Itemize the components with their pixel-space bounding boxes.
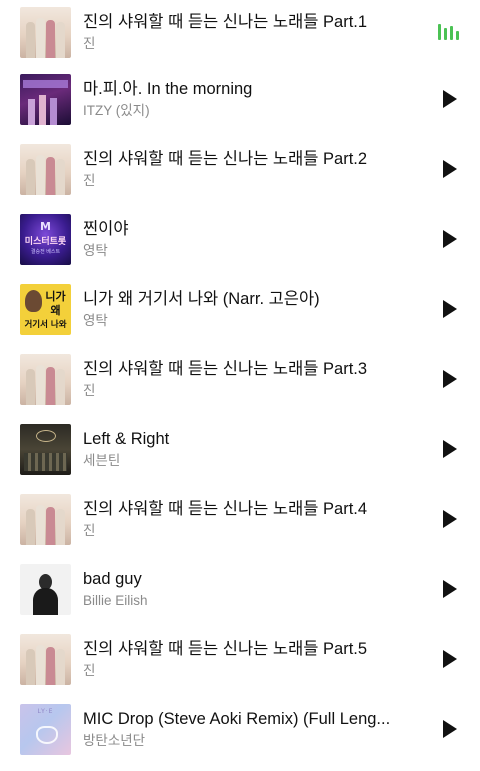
track-row[interactable]: 진의 샤워할 때 듣는 신나는 노래들 Part.4 진 bbox=[0, 484, 480, 554]
album-art-text: 미스터트롯 bbox=[24, 236, 67, 247]
play-icon[interactable] bbox=[438, 579, 458, 599]
album-art-text: LY·E bbox=[37, 707, 54, 715]
play-icon[interactable] bbox=[438, 439, 458, 459]
album-art: LY·E bbox=[20, 703, 71, 755]
track-row[interactable]: 진의 샤워할 때 듣는 신나는 노래들 Part.2 진 bbox=[0, 134, 480, 204]
play-icon[interactable] bbox=[438, 509, 458, 529]
track-title: MIC Drop (Steve Aoki Remix) (Full Leng..… bbox=[83, 709, 391, 728]
track-title: 찐이야 bbox=[83, 219, 129, 238]
album-art bbox=[20, 353, 71, 405]
track-artist: 진 bbox=[83, 522, 96, 538]
track-title: 진의 샤워할 때 듣는 신나는 노래들 Part.4 bbox=[83, 499, 368, 518]
track-title: 진의 샤워할 때 듣는 신나는 노래들 Part.3 bbox=[83, 359, 368, 378]
now-playing-equalizer-icon[interactable] bbox=[437, 22, 459, 42]
play-icon[interactable] bbox=[438, 649, 458, 669]
track-title: 니가 왜 거기서 나와 (Narr. 고은아) bbox=[83, 289, 320, 308]
album-art bbox=[20, 563, 71, 615]
track-row[interactable]: M 미스터트롯 결승전 베스트 찐이야 영탁 bbox=[0, 204, 480, 274]
track-title: 진의 샤워할 때 듣는 신나는 노래들 Part.1 bbox=[83, 12, 368, 31]
album-art bbox=[20, 633, 71, 685]
album-art bbox=[20, 143, 71, 195]
track-title: bad guy bbox=[83, 569, 142, 588]
album-art bbox=[20, 73, 71, 125]
album-art: M 미스터트롯 결승전 베스트 bbox=[20, 213, 71, 265]
album-art bbox=[20, 493, 71, 545]
album-art bbox=[20, 6, 71, 58]
track-artist: 진 bbox=[83, 172, 96, 188]
play-icon[interactable] bbox=[438, 299, 458, 319]
track-row[interactable]: LY·E MIC Drop (Steve Aoki Remix) (Full L… bbox=[0, 694, 480, 764]
track-row[interactable]: 진의 샤워할 때 듣는 신나는 노래들 Part.5 진 bbox=[0, 624, 480, 694]
track-artist: 영탁 bbox=[83, 312, 108, 328]
track-row[interactable]: Left & Right 세븐틴 bbox=[0, 414, 480, 484]
album-art: 니가 왜 거기서 나와 bbox=[20, 283, 71, 335]
track-list: 진의 샤워할 때 듣는 신나는 노래들 Part.1 진 마.피.아. In t… bbox=[0, 0, 480, 764]
play-icon[interactable] bbox=[438, 159, 458, 179]
track-artist: 세븐틴 bbox=[83, 452, 121, 468]
album-art-text: 왜 bbox=[50, 303, 61, 317]
play-icon[interactable] bbox=[438, 369, 458, 389]
album-art-text: 거기서 나와 bbox=[24, 319, 67, 330]
track-artist: 진 bbox=[83, 662, 96, 678]
track-artist: 방탄소년단 bbox=[83, 732, 146, 748]
track-title: 진의 샤워할 때 듣는 신나는 노래들 Part.2 bbox=[83, 149, 368, 168]
track-artist: 진 bbox=[83, 382, 96, 398]
track-artist: 진 bbox=[83, 35, 96, 51]
track-artist: ITZY (있지) bbox=[83, 102, 150, 118]
track-artist: Billie Eilish bbox=[83, 592, 148, 608]
play-icon[interactable] bbox=[438, 719, 458, 739]
track-artist: 영탁 bbox=[83, 242, 108, 258]
play-icon[interactable] bbox=[438, 89, 458, 109]
play-icon[interactable] bbox=[438, 229, 458, 249]
track-row[interactable]: 니가 왜 거기서 나와 니가 왜 거기서 나와 (Narr. 고은아) 영탁 bbox=[0, 274, 480, 344]
track-row[interactable]: bad guy Billie Eilish bbox=[0, 554, 480, 624]
album-art-subtext: 결승전 베스트 bbox=[30, 248, 61, 255]
track-title: 마.피.아. In the morning bbox=[83, 79, 253, 98]
track-row[interactable]: 마.피.아. In the morning ITZY (있지) bbox=[0, 64, 480, 134]
track-title: Left & Right bbox=[83, 429, 170, 448]
track-row[interactable]: 진의 샤워할 때 듣는 신나는 노래들 Part.3 진 bbox=[0, 344, 480, 414]
track-row[interactable]: 진의 샤워할 때 듣는 신나는 노래들 Part.1 진 bbox=[0, 0, 480, 64]
album-art bbox=[20, 423, 71, 475]
track-title: 진의 샤워할 때 듣는 신나는 노래들 Part.5 bbox=[83, 639, 368, 658]
